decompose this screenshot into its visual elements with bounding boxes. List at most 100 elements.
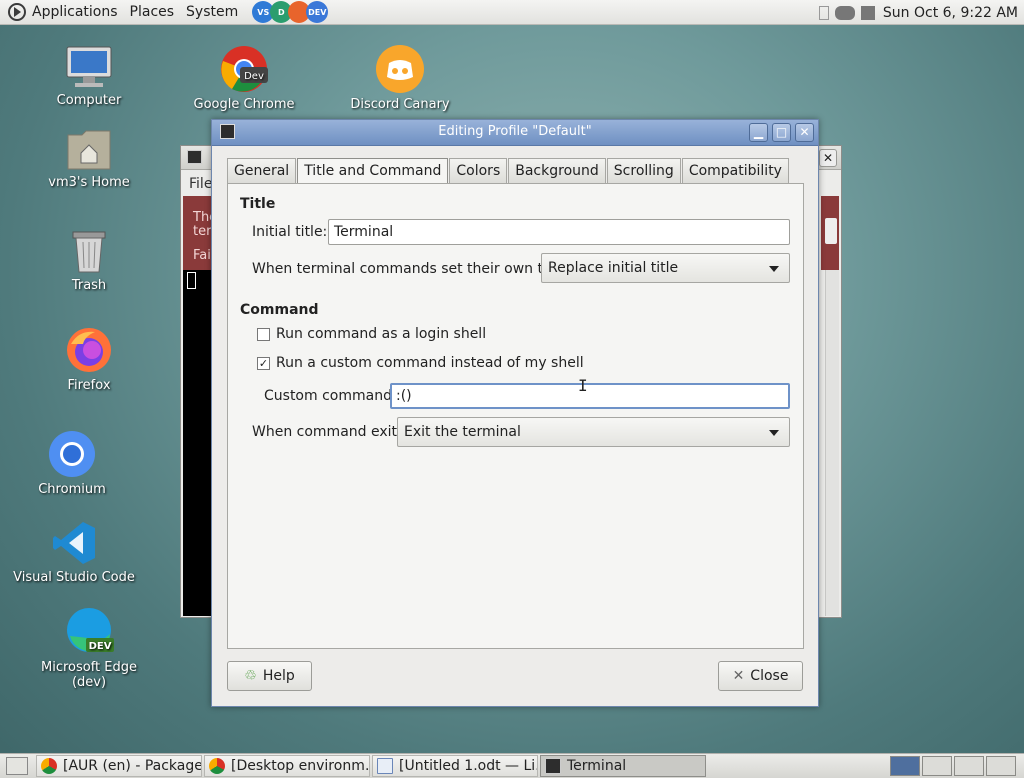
desktop-icon-label: Microsoft Edge (dev) <box>40 660 137 690</box>
volume-icon[interactable] <box>860 5 875 20</box>
desktop-icon-trash[interactable]: Trash <box>24 228 154 293</box>
desktop-icon-vscode[interactable]: Visual Studio Code <box>9 520 139 585</box>
clock[interactable]: Sun Oct 6, 9:22 AM <box>883 5 1018 21</box>
trash-icon <box>69 228 109 274</box>
terminal-icon <box>545 758 561 774</box>
tab-general[interactable]: General <box>227 158 297 184</box>
tab-title-and-command[interactable]: Title and Command <box>297 158 449 185</box>
tab-background[interactable]: Background <box>508 158 606 184</box>
workspace-switcher <box>888 756 1016 776</box>
workspace-4[interactable] <box>986 756 1016 776</box>
computer-icon <box>65 45 113 89</box>
desktop-icon-computer[interactable]: Computer <box>24 45 154 108</box>
exit-action-value: Exit the terminal <box>404 424 521 440</box>
workspace-3[interactable] <box>954 756 984 776</box>
task-terminal[interactable]: Terminal <box>540 755 706 777</box>
tab-panel-title-and-command: Title Initial title: Terminal When termi… <box>227 183 804 649</box>
text-cursor-ibeam: I <box>578 376 588 395</box>
login-shell-label[interactable]: Run command as a login shell <box>276 326 486 342</box>
task-label: [Desktop environm… <box>231 758 370 774</box>
close-button-label: Close <box>750 668 789 684</box>
exit-action-label: When command exits: <box>252 424 410 440</box>
document-icon <box>377 758 393 774</box>
banner-line: Fai <box>193 248 211 263</box>
svg-text:Dev: Dev <box>244 71 264 82</box>
desktop-icon-discord-canary[interactable]: Discord Canary <box>335 45 465 112</box>
section-title-heading: Title <box>240 196 276 212</box>
chevron-down-icon <box>769 266 779 272</box>
desktop-icon-label: Firefox <box>67 378 111 393</box>
terminal-close-button[interactable]: ✕ <box>819 149 837 167</box>
dialog-title: Editing Profile "Default" <box>438 124 592 139</box>
custom-command-checkbox-label[interactable]: Run a custom command instead of my shell <box>276 355 584 371</box>
home-folder-icon <box>66 127 112 171</box>
clipboard-icon[interactable] <box>818 5 829 20</box>
chrome-icon <box>41 758 57 774</box>
editing-profile-dialog: Editing Profile "Default" ▁ □ ✕ General … <box>211 119 819 707</box>
terminal-screen[interactable] <box>183 270 213 616</box>
desktop-icon-label: Trash <box>71 278 107 293</box>
close-icon: ✕ <box>732 668 745 684</box>
task-label: [AUR (en) - Package… <box>63 758 202 774</box>
maximize-button[interactable]: □ <box>772 123 791 142</box>
desktop-icon-chromium[interactable]: Chromium <box>7 430 137 497</box>
terminal-window-icon <box>187 150 202 164</box>
debian-logo-icon[interactable] <box>8 3 26 21</box>
banner-button[interactable] <box>825 218 837 244</box>
help-icon: ♲ <box>244 668 257 684</box>
exit-action-dropdown[interactable]: Exit the terminal <box>397 417 790 447</box>
workspace-1[interactable] <box>890 756 920 776</box>
terminal-menu-file[interactable]: File <box>189 176 212 192</box>
menu-applications[interactable]: Applications <box>32 4 118 20</box>
terminal-cursor <box>187 272 196 289</box>
desktop-icon-edge-dev[interactable]: DEV Microsoft Edge (dev) <box>24 606 154 690</box>
edge-dev-icon: DEV <box>64 606 114 656</box>
initial-title-input[interactable]: Terminal <box>328 219 790 245</box>
custom-command-checkbox[interactable]: ✓ <box>257 357 270 370</box>
help-button-label: Help <box>262 668 295 684</box>
desktop-icon-label: Computer <box>56 93 122 108</box>
discord-tray-icon[interactable] <box>834 5 855 20</box>
svg-text:DEV: DEV <box>89 641 112 652</box>
task-desktop-environment[interactable]: [Desktop environm… <box>204 755 370 777</box>
chromium-icon <box>48 430 96 478</box>
menu-places[interactable]: Places <box>130 4 175 20</box>
task-untitled-odt[interactable]: [Untitled 1.odt — Li… <box>372 755 538 777</box>
desktop-icon-google-chrome[interactable]: Dev Google Chrome <box>179 45 309 112</box>
desktop-icon-label: Visual Studio Code <box>13 570 135 585</box>
minimize-button[interactable]: ▁ <box>749 123 768 142</box>
dialog-titlebar[interactable]: Editing Profile "Default" ▁ □ ✕ <box>212 120 818 146</box>
desktop-icon-label: Chromium <box>38 482 106 497</box>
task-aur-package[interactable]: [AUR (en) - Package… <box>36 755 202 777</box>
bottom-taskbar: [AUR (en) - Package… [Desktop environm… … <box>0 753 1024 778</box>
workspace-2[interactable] <box>922 756 952 776</box>
tab-compatibility[interactable]: Compatibility <box>681 158 789 184</box>
tab-colors[interactable]: Colors <box>449 158 508 184</box>
close-button[interactable]: ✕ Close <box>718 661 803 691</box>
desktop-icon-label: Discord Canary <box>350 97 450 112</box>
menu-system[interactable]: System <box>186 4 238 20</box>
chrome-icon <box>209 758 225 774</box>
top-panel: Applications Places System VS D DEV Sun … <box>0 0 1024 25</box>
section-command-heading: Command <box>240 302 319 318</box>
own-titles-dropdown[interactable]: Replace initial title <box>541 253 790 283</box>
help-button[interactable]: ♲ Help <box>227 661 312 691</box>
desktop-icon-home[interactable]: vm3's Home <box>24 127 154 190</box>
close-window-button[interactable]: ✕ <box>795 123 814 142</box>
desktop-icon-label: Google Chrome <box>193 97 295 112</box>
login-shell-checkbox[interactable] <box>257 328 270 341</box>
chrome-dev-icon: Dev <box>220 45 268 93</box>
desktop-icon-firefox[interactable]: Firefox <box>24 326 154 393</box>
terminal-scrollbar[interactable] <box>825 270 839 616</box>
show-desktop-icon[interactable] <box>6 757 28 775</box>
launcher-bar: VS D DEV <box>252 1 329 23</box>
custom-command-label: Custom command: <box>264 388 397 404</box>
terminal-error-banner-edge <box>821 196 839 270</box>
task-label: [Untitled 1.odt — Li… <box>399 758 538 774</box>
tab-scrolling[interactable]: Scrolling <box>606 158 681 184</box>
chrome-dev-icon[interactable]: DEV <box>306 1 329 23</box>
profile-tabs: General Title and Command Colors Backgro… <box>227 158 790 185</box>
custom-command-input[interactable]: :() <box>390 383 790 409</box>
task-label: Terminal <box>567 758 627 774</box>
own-titles-label: When terminal commands set their own tit… <box>252 261 577 277</box>
